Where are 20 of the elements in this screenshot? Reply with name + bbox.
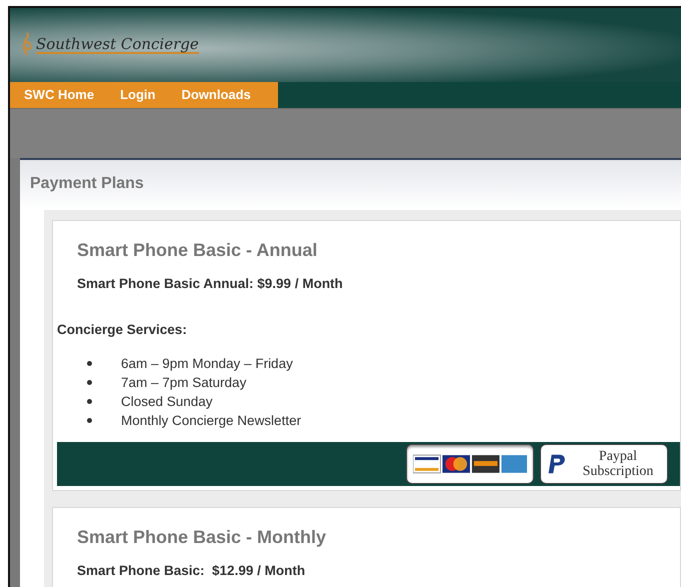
plan-price: Smart Phone Basic Annual: $9.99 / Month <box>77 274 344 292</box>
plan-title: Smart Phone Basic - Annual <box>77 238 318 262</box>
service-item: Monthly Concierge Newsletter <box>121 412 302 430</box>
credit-cards-button[interactable] <box>406 444 534 484</box>
nav-link-item[interactable]: Login <box>120 82 156 108</box>
nav-link-item[interactable]: Downloads <box>181 82 251 108</box>
plan-price: Smart Phone Basic: $12.99 / Month <box>77 562 306 580</box>
nav-link-item[interactable]: SWC Home <box>24 82 94 108</box>
paypal-subscription-button[interactable]: Paypal Subscription <box>540 444 668 484</box>
credit-card-logos-icon <box>413 453 527 475</box>
services-heading: Concierge Services: <box>57 320 188 339</box>
bullet-icon <box>87 399 92 404</box>
bullet-icon <box>87 380 92 385</box>
service-item: Closed Sunday <box>121 393 213 411</box>
bullet-icon <box>87 418 92 423</box>
plan-title: Smart Phone Basic - Monthly <box>77 526 328 549</box>
bullet-icon <box>87 361 92 366</box>
site-logo[interactable]: Southwest Concierge <box>36 36 199 54</box>
service-item: 6am – 9pm Monday – Friday <box>121 355 293 373</box>
service-item: 7am – 7pm Saturday <box>121 374 246 392</box>
